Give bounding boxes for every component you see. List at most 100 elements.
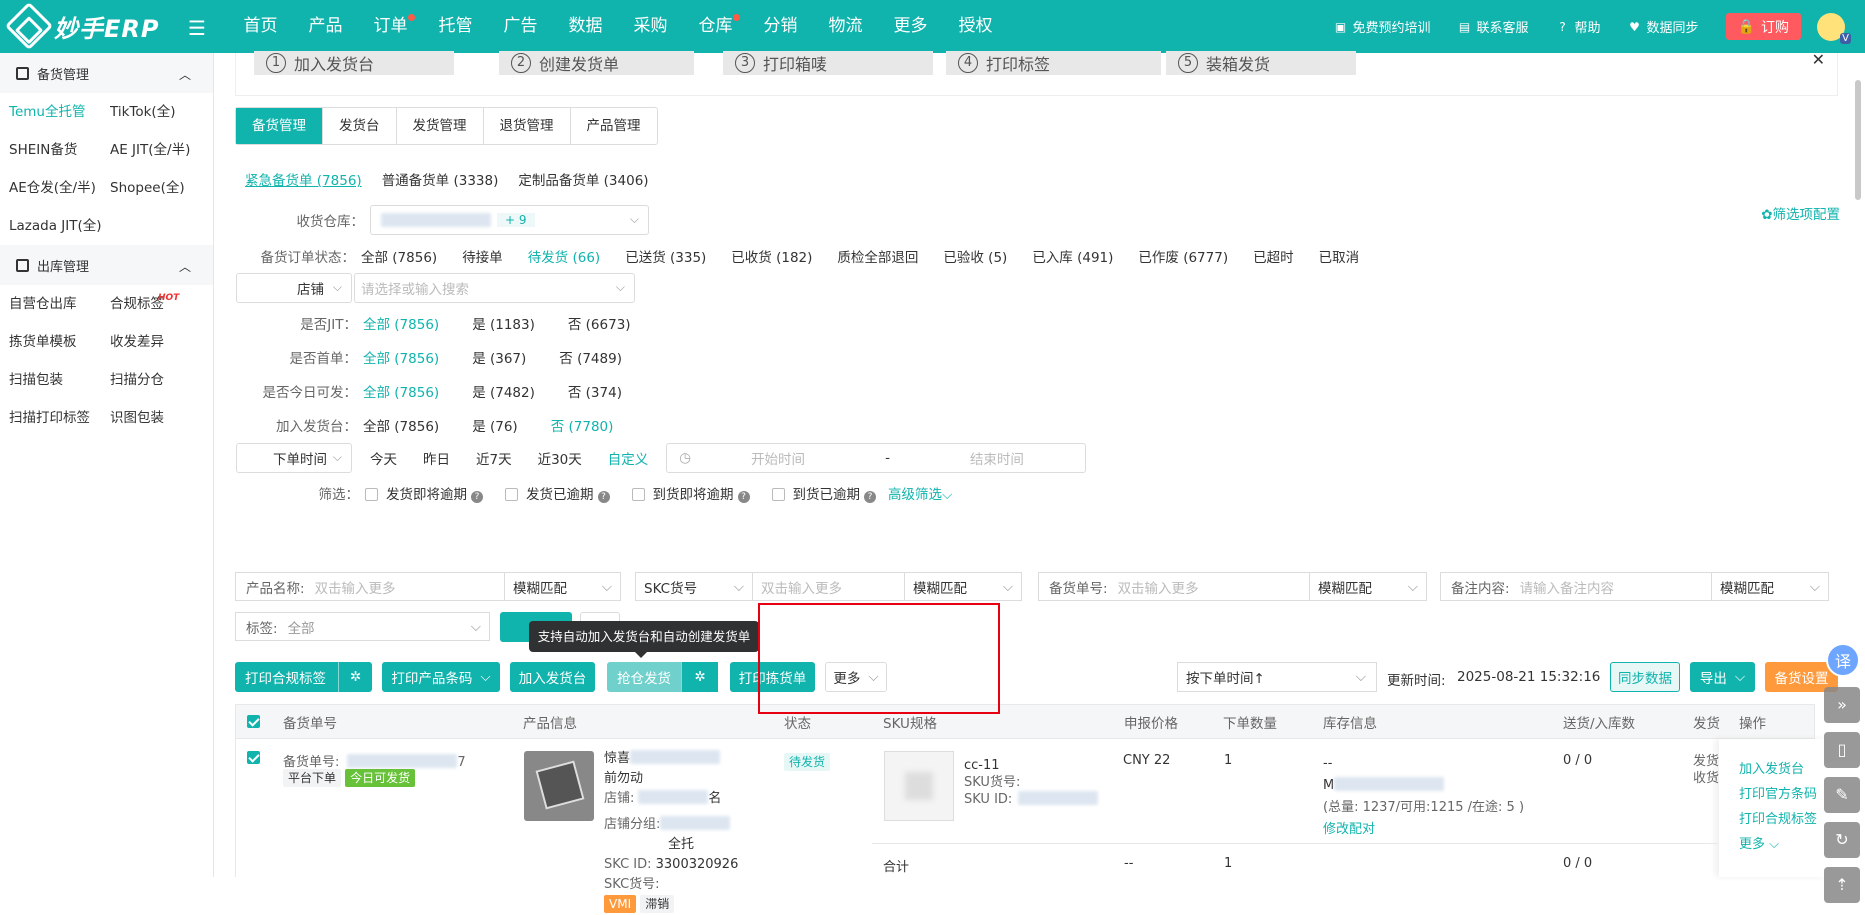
nav-logistics[interactable]: 物流 — [813, 0, 878, 53]
op-add-desk[interactable]: 加入发货台 — [1739, 758, 1804, 777]
date-range-picker[interactable]: ◷ 开始时间 - 结束时间 — [666, 443, 1086, 473]
skc-type-select[interactable]: SKC货号⌵ — [635, 572, 753, 601]
help-icon[interactable]: ? — [864, 491, 876, 503]
status-all[interactable]: 全部 (7856) — [361, 246, 437, 266]
sidebar-item-pick-template[interactable]: 拣货单模板 — [9, 323, 110, 361]
sidebar-item-tiktok[interactable]: TikTok(全) — [110, 93, 223, 131]
screen-arrive-overdue[interactable]: 到货已逾期? — [772, 483, 899, 503]
first-all[interactable]: 全部 (7856) — [363, 347, 439, 367]
jit-all[interactable]: 全部 (7856) — [363, 313, 439, 333]
print-compliance-button[interactable]: 打印合规标签✲ — [235, 662, 372, 692]
tag-select[interactable]: 标签:全部⌵ — [235, 612, 490, 641]
tab-product-manage[interactable]: 产品管理 — [571, 108, 657, 144]
nav-orders[interactable]: 订单 — [358, 0, 423, 53]
subtab-custom[interactable]: 定制品备货单 (3406) — [518, 169, 648, 189]
status-stocked[interactable]: 已入库 (491) — [1032, 246, 1113, 266]
op-print-compliance[interactable]: 打印合规标签 — [1739, 808, 1817, 827]
product-match-select[interactable]: 模糊匹配⌵ — [504, 572, 621, 601]
today-no[interactable]: 否 (374) — [568, 381, 622, 401]
nav-products[interactable]: 产品 — [293, 0, 358, 53]
desk-yes[interactable]: 是 (76) — [472, 415, 518, 435]
tab-ship-desk[interactable]: 发货台 — [323, 108, 397, 144]
time-7days[interactable]: 近7天 — [476, 448, 512, 468]
product-image[interactable] — [524, 751, 594, 821]
today-yes[interactable]: 是 (7482) — [472, 381, 535, 401]
shop-type-select[interactable]: 店铺 ⌵ — [236, 273, 352, 303]
sidebar-item-lazada[interactable]: Lazada JIT(全) — [9, 207, 110, 245]
close-icon[interactable]: ✕ — [1812, 50, 1825, 69]
nav-purchase[interactable]: 采购 — [618, 0, 683, 53]
select-all-checkbox[interactable] — [247, 714, 268, 730]
print-pick-button[interactable]: 打印拣货单 — [730, 662, 815, 692]
status-pending-ship[interactable]: 待发货 (66) — [528, 246, 601, 266]
menu-toggle-icon[interactable]: ☰ — [188, 16, 206, 40]
status-qc-returned[interactable]: 质检全部退回 — [837, 246, 918, 266]
checkbox[interactable] — [772, 488, 785, 501]
sidebar-item-diff[interactable]: 收发差异 — [110, 323, 223, 361]
desk-all[interactable]: 全部 (7856) — [363, 415, 439, 435]
subtab-normal[interactable]: 普通备货单 (3338) — [382, 169, 499, 189]
today-all[interactable]: 全部 (7856) — [363, 381, 439, 401]
avatar[interactable] — [1817, 13, 1845, 41]
sidebar-item-scan-split[interactable]: 扫描分仓 — [110, 361, 223, 399]
nav-hosting[interactable]: 托管 — [423, 0, 488, 53]
tab-return-manage[interactable]: 退货管理 — [484, 108, 571, 144]
note-input[interactable]: 备注内容:请输入备注内容 — [1440, 572, 1712, 601]
order-no-input[interactable]: 备货单号:双击输入更多 — [1038, 572, 1310, 601]
sidebar-item-ae-jit[interactable]: AE JIT(全/半) — [110, 131, 223, 169]
warehouse-select[interactable]: + 9 ⌵ — [370, 205, 649, 235]
skc-match-select[interactable]: 模糊匹配⌵ — [904, 572, 1022, 601]
tab-stock-manage[interactable]: 备货管理 — [236, 108, 323, 144]
time-type-select[interactable]: 下单时间 ⌵ — [236, 443, 352, 473]
op-more[interactable]: 更多 ⌵ — [1739, 833, 1779, 852]
note-match-select[interactable]: 模糊匹配⌵ — [1711, 572, 1829, 601]
nav-authorize[interactable]: 授权 — [943, 0, 1008, 53]
order-match-select[interactable]: 模糊匹配⌵ — [1309, 572, 1427, 601]
checkbox[interactable] — [365, 488, 378, 501]
help-icon[interactable]: ? — [598, 491, 610, 503]
status-voided[interactable]: 已作废 (6777) — [1138, 246, 1228, 266]
row-checkbox[interactable] — [247, 751, 268, 766]
sync-data-button[interactable]: 同步数据 — [1610, 662, 1680, 692]
checkbox[interactable] — [505, 488, 518, 501]
nav-more[interactable]: 更多 — [878, 0, 943, 53]
status-cancelled[interactable]: 已取消 — [1319, 246, 1360, 266]
tab-ship-manage[interactable]: 发货管理 — [397, 108, 484, 144]
sidebar-section-stock[interactable]: 备货管理 ︿ — [0, 53, 213, 93]
shop-search-select[interactable]: 请选择或输入搜索 ⌵ — [354, 273, 635, 303]
support-link[interactable]: ▤联系客服 — [1458, 17, 1529, 36]
scrollbar[interactable] — [1853, 60, 1863, 840]
nav-home[interactable]: 首页 — [228, 0, 293, 53]
first-yes[interactable]: 是 (367) — [472, 347, 526, 367]
sidebar-item-shein[interactable]: SHEIN备货 — [9, 131, 110, 169]
screen-ship-soon[interactable]: 发货即将逾期? — [365, 483, 505, 503]
sidebar-item-scan-print[interactable]: 扫描打印标签 — [9, 399, 110, 437]
jit-no[interactable]: 否 (6673) — [568, 313, 631, 333]
time-today[interactable]: 今天 — [370, 448, 397, 468]
sidebar-item-compliance-label[interactable]: 合规标签HOT — [110, 285, 223, 323]
checkbox[interactable] — [632, 488, 645, 501]
first-no[interactable]: 否 (7489) — [559, 347, 622, 367]
sidebar-item-image-pack[interactable]: 识图包装 — [110, 399, 223, 437]
training-link[interactable]: ▣免费预约培训 — [1334, 17, 1431, 36]
sidebar-item-ae-warehouse[interactable]: AE仓发(全/半) — [9, 169, 110, 207]
add-desk-button[interactable]: 加入发货台 — [510, 662, 595, 692]
grab-ship-button[interactable]: 抢仓发货✲ — [607, 662, 718, 692]
export-button[interactable]: 导出⌵ — [1690, 662, 1755, 692]
more-button[interactable]: 更多⌵ — [825, 662, 887, 692]
nav-distribution[interactable]: 分销 — [748, 0, 813, 53]
help-link[interactable]: ?帮助 — [1556, 17, 1601, 36]
data-sync-link[interactable]: ♥数据同步 — [1628, 17, 1699, 36]
sidebar-item-temu[interactable]: Temu全托管 — [9, 93, 110, 131]
sku-image[interactable] — [884, 751, 954, 821]
filter-config-link[interactable]: ✿筛选项配置 — [1761, 203, 1840, 223]
status-timeout[interactable]: 已超时 — [1253, 246, 1294, 266]
subtab-urgent[interactable]: 紧急备货单 (7856) — [245, 169, 362, 189]
sidebar-item-shopee[interactable]: Shopee(全) — [110, 169, 223, 207]
sort-select[interactable]: 按下单时间↑⌵ — [1177, 662, 1377, 692]
sidebar-section-outbound[interactable]: 出库管理 ︿ — [0, 245, 213, 285]
status-received[interactable]: 已收货 (182) — [731, 246, 812, 266]
nav-data[interactable]: 数据 — [553, 0, 618, 53]
status-accepted[interactable]: 已验收 (5) — [943, 246, 1007, 266]
help-icon[interactable]: ? — [738, 491, 750, 503]
